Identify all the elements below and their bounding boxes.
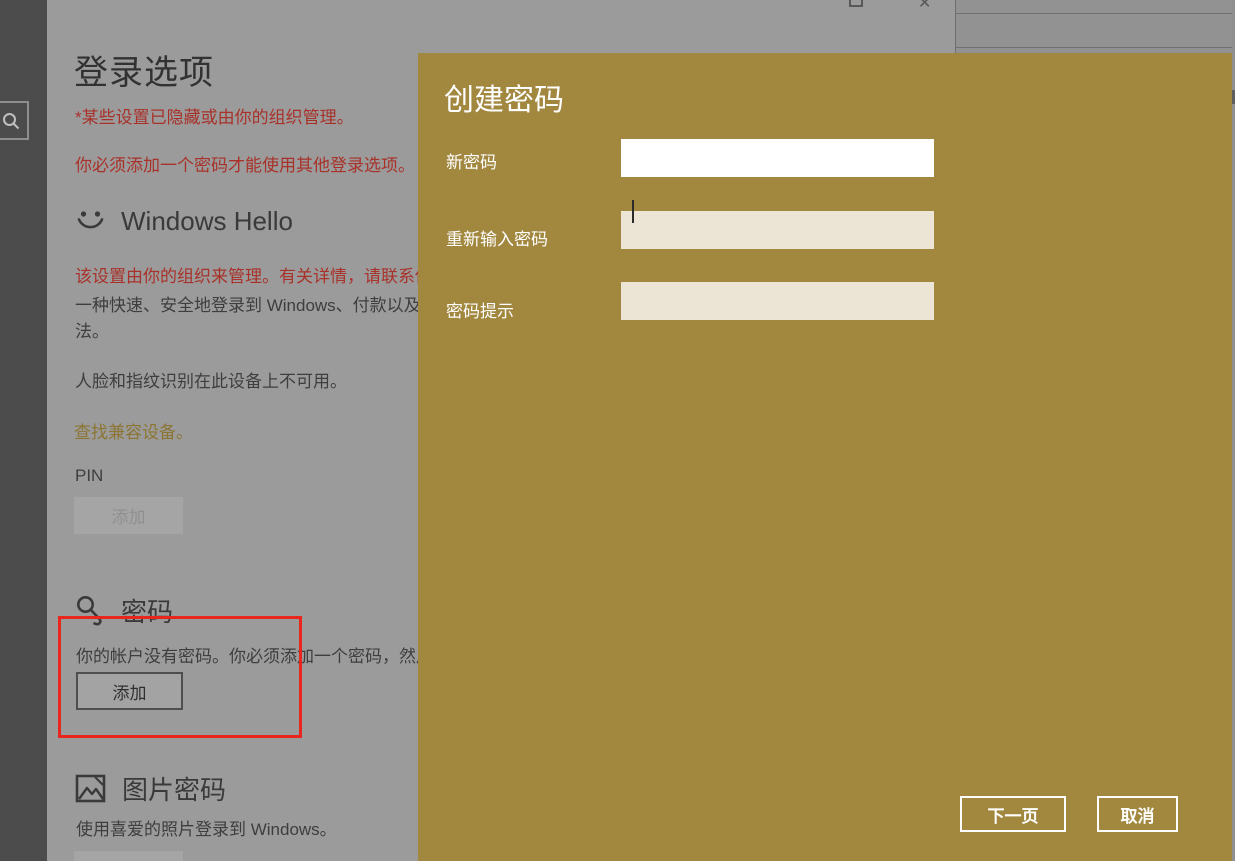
windows-hello-title: Windows Hello <box>121 206 293 237</box>
picture-password-description: 使用喜爱的照片登录到 Windows。 <box>76 815 337 840</box>
hello-unavailable-text: 人脸和指纹识别在此设备上不可用。 <box>75 367 347 392</box>
screen: 登录选项 *某些设置已隐藏或由你的组织管理。 你必须添加一个密码才能使用其他登录… <box>0 0 1235 861</box>
row-divider <box>956 13 1233 14</box>
new-password-label: 新密码 <box>446 148 497 173</box>
hello-description-line2: 法。 <box>75 317 109 342</box>
dialog-title: 创建密码 <box>444 75 564 119</box>
create-password-dialog: 创建密码 新密码 重新输入密码 密码提示 下一页 取消 <box>418 53 1232 861</box>
password-add-button[interactable]: 添加 <box>76 672 183 710</box>
password-hint-field[interactable] <box>621 282 934 320</box>
picture-password-section-header: 图片密码 <box>75 770 226 807</box>
next-page-button[interactable]: 下一页 <box>960 796 1066 832</box>
password-hint-label: 密码提示 <box>446 297 514 322</box>
new-password-field[interactable] <box>621 139 934 177</box>
cancel-button[interactable]: 取消 <box>1097 796 1178 832</box>
close-icon[interactable]: ✕ <box>918 0 931 13</box>
smiley-hello-icon <box>76 207 105 236</box>
key-icon <box>75 594 105 628</box>
password-section-header: 密码 <box>75 592 173 629</box>
reenter-password-field[interactable] <box>621 211 934 249</box>
pin-add-button[interactable]: 添加 <box>74 497 183 534</box>
password-section-title: 密码 <box>121 592 173 629</box>
managed-settings-warning: *某些设置已隐藏或由你的组织管理。 <box>75 103 354 128</box>
picture-password-add-button[interactable] <box>74 851 183 861</box>
search-icon <box>1 111 21 131</box>
find-compatible-device-link[interactable]: 查找兼容设备。 <box>74 418 193 443</box>
row-divider <box>956 47 1233 48</box>
background-window-pane <box>955 0 1232 53</box>
reenter-password-label: 重新输入密码 <box>446 225 548 250</box>
need-password-warning: 你必须添加一个密码才能使用其他登录选项。 <box>75 151 415 176</box>
picture-password-title: 图片密码 <box>122 770 226 807</box>
text-cursor <box>632 200 634 223</box>
search-input[interactable] <box>0 101 29 140</box>
maximize-icon[interactable] <box>848 0 864 8</box>
page-title: 登录选项 <box>74 45 214 94</box>
picture-icon <box>75 773 106 804</box>
windows-hello-section-header: Windows Hello <box>76 206 293 237</box>
pin-label: PIN <box>75 466 103 486</box>
